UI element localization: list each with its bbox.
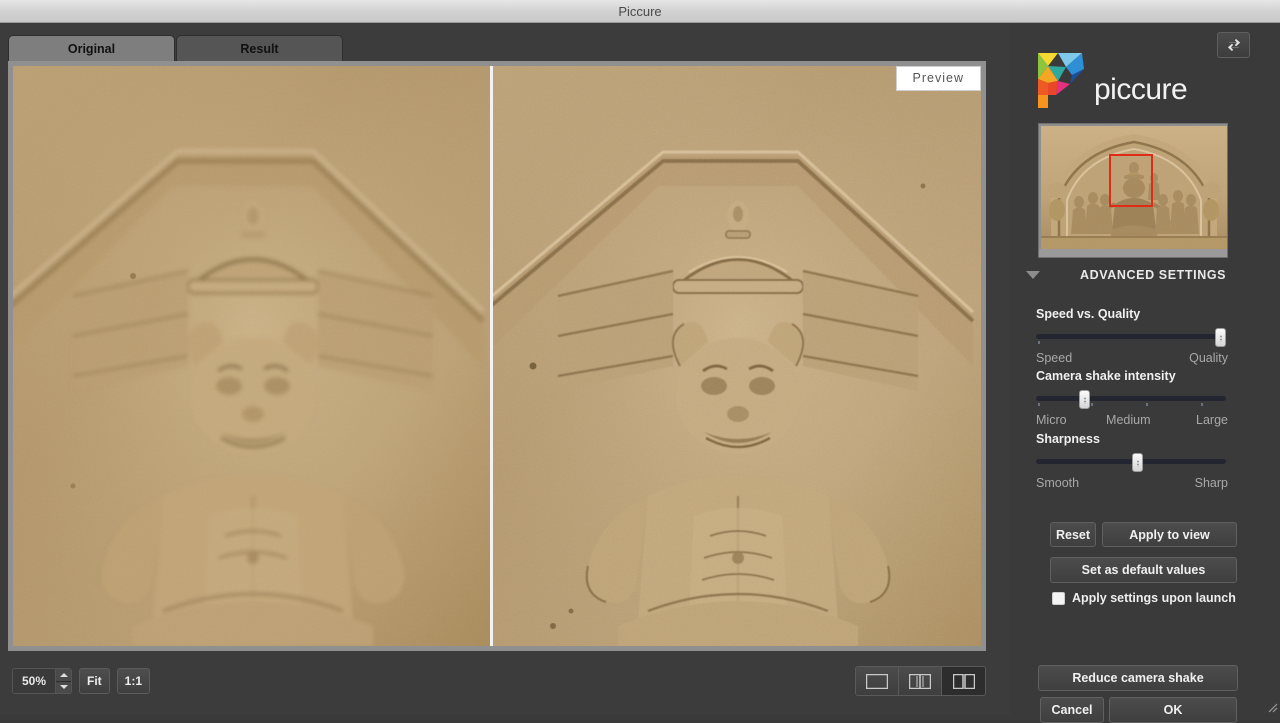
set-default-values-button[interactable]: Set as default values	[1050, 557, 1237, 583]
slider-tick	[1146, 403, 1148, 406]
image-canvas[interactable]: Preview	[13, 66, 981, 646]
canvas-pane-result[interactable]: Preview	[493, 66, 981, 646]
reduce-camera-shake-button[interactable]: Reduce camera shake	[1038, 665, 1238, 691]
tab-result[interactable]: Result	[176, 35, 343, 61]
chevron-down-icon[interactable]	[1026, 271, 1040, 279]
view-tabs: Original Result	[8, 35, 343, 61]
single-pane-icon	[866, 674, 888, 689]
triangle-up-icon	[60, 673, 68, 677]
zoom-controls: 50% Fit 1:1	[12, 668, 150, 694]
slider-title-camera-shake: Camera shake intensity	[1036, 369, 1228, 383]
view-mode-group	[855, 666, 986, 696]
zoom-input-group[interactable]: 50%	[12, 668, 72, 694]
slider-track-speed-vs-quality[interactable]	[1036, 330, 1228, 344]
brand-lockup: piccure	[1036, 51, 1187, 109]
slider-scale-camera-shake: Micro Medium Large	[1036, 413, 1228, 427]
slider-min-label-speed: Speed	[1036, 351, 1072, 365]
slider-min-label-smooth: Smooth	[1036, 476, 1079, 490]
slider-tick	[1038, 403, 1040, 406]
view-mode-split[interactable]	[899, 667, 942, 695]
apply-to-view-button[interactable]: Apply to view	[1102, 522, 1237, 547]
zoom-stepper[interactable]	[55, 669, 71, 693]
canvas-pane-original[interactable]	[13, 66, 490, 646]
view-mode-single[interactable]	[856, 667, 899, 695]
slider-knob-sharpness[interactable]	[1132, 453, 1143, 472]
navigator-thumbnail[interactable]	[1038, 123, 1228, 258]
slider-knob-speed-vs-quality[interactable]	[1215, 328, 1226, 347]
slider-scale-sharpness: Smooth Sharp	[1036, 476, 1228, 490]
slider-track-sharpness[interactable]	[1036, 455, 1228, 469]
slider-mid-label-medium: Medium	[1106, 413, 1150, 427]
advanced-settings-header[interactable]: ADVANCED SETTINGS	[1026, 268, 1266, 282]
zoom-stepper-down[interactable]	[56, 682, 71, 694]
slider-tick	[1201, 403, 1203, 406]
navigator-selection-rect[interactable]	[1109, 154, 1153, 207]
split-pane-icon	[909, 674, 931, 689]
navigator-scrollbar[interactable]	[1039, 249, 1228, 257]
view-mode-side-by-side[interactable]	[942, 667, 985, 695]
slider-title-speed-vs-quality: Speed vs. Quality	[1036, 307, 1228, 321]
tab-original-label: Original	[68, 42, 115, 56]
application-window: Original Result	[0, 23, 1280, 715]
brand-name: piccure	[1094, 73, 1187, 107]
slider-max-label-sharp: Sharp	[1195, 476, 1228, 490]
slider-group-camera-shake: Camera shake intensity Micro Medium Larg…	[1036, 369, 1228, 427]
tab-original[interactable]: Original	[8, 35, 175, 61]
slider-group-speed-vs-quality: Speed vs. Quality Speed Quality	[1036, 307, 1228, 365]
reset-button[interactable]: Reset	[1050, 522, 1096, 547]
slider-title-sharpness: Sharpness	[1036, 432, 1228, 446]
advanced-settings-label: ADVANCED SETTINGS	[1080, 268, 1226, 282]
apply-on-launch-label: Apply settings upon launch	[1072, 591, 1236, 605]
triangle-down-icon	[60, 685, 68, 689]
swap-arrows-icon	[1226, 37, 1242, 53]
slider-group-sharpness: Sharpness Smooth Sharp	[1036, 432, 1228, 490]
slider-min-label-micro: Micro	[1036, 413, 1067, 427]
slider-knob-camera-shake[interactable]	[1079, 390, 1090, 409]
window-title: Piccure	[618, 4, 661, 19]
apply-on-launch-checkbox[interactable]	[1052, 592, 1065, 605]
ok-button[interactable]: OK	[1109, 697, 1237, 723]
zoom-value[interactable]: 50%	[13, 669, 55, 693]
canvas-frame: Preview	[8, 61, 986, 651]
piccure-logo-icon	[1036, 51, 1088, 109]
slider-track-camera-shake[interactable]	[1036, 392, 1228, 406]
side-by-side-icon	[953, 674, 975, 689]
preview-badge: Preview	[896, 66, 981, 91]
zoom-stepper-up[interactable]	[56, 669, 71, 682]
slider-max-label-quality: Quality	[1189, 351, 1228, 365]
swap-before-after-button[interactable]	[1217, 32, 1250, 58]
slider-rail	[1036, 334, 1226, 339]
slider-rail	[1036, 396, 1226, 401]
original-image	[13, 66, 490, 646]
window-resize-grip[interactable]	[1264, 699, 1278, 713]
settings-sidebar: piccure	[1010, 23, 1280, 715]
slider-tick	[1038, 341, 1040, 344]
zoom-actual-size-button[interactable]: 1:1	[117, 668, 150, 694]
slider-tick	[1091, 403, 1093, 406]
window-titlebar: Piccure	[0, 0, 1280, 23]
editor-area: Original Result	[0, 23, 1010, 715]
zoom-fit-button[interactable]: Fit	[79, 668, 110, 694]
cancel-button[interactable]: Cancel	[1040, 697, 1104, 723]
apply-on-launch-row[interactable]: Apply settings upon launch	[1052, 591, 1236, 605]
slider-max-label-large: Large	[1196, 413, 1228, 427]
tab-result-label: Result	[240, 42, 278, 56]
settings-button-row: Reset Apply to view	[1050, 522, 1237, 547]
result-image	[493, 66, 981, 646]
slider-scale-speed-vs-quality: Speed Quality	[1036, 351, 1228, 365]
